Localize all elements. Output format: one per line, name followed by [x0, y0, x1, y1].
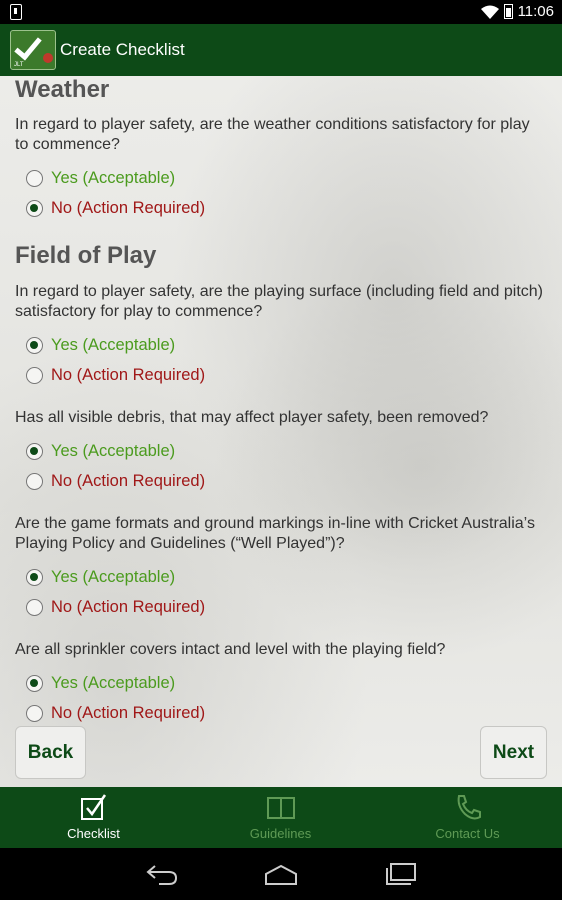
radio-button[interactable] [26, 473, 43, 490]
option-label: No (Action Required) [51, 598, 206, 616]
option-label: Yes (Acceptable) [51, 442, 176, 460]
nav-item-guidelines[interactable]: Guidelines [187, 787, 374, 848]
option-no[interactable]: No (Action Required) [26, 199, 205, 218]
option-no[interactable]: No (Action Required) [26, 704, 205, 723]
radio-button[interactable] [26, 170, 43, 187]
nav-label: Guidelines [249, 826, 312, 841]
section-title-field-of-play: Field of Play [15, 242, 157, 269]
radio-button-checked[interactable] [26, 443, 43, 460]
nav-label: Checklist [67, 826, 120, 841]
option-label: Yes (Acceptable) [51, 336, 176, 354]
option-yes[interactable]: Yes (Acceptable) [26, 336, 175, 355]
option-label: No (Action Required) [51, 366, 206, 384]
option-no[interactable]: No (Action Required) [26, 598, 205, 617]
section-title-weather: Weather [15, 76, 110, 103]
phone-icon [457, 795, 481, 820]
question-text: Are all sprinkler covers intact and leve… [15, 641, 446, 658]
checkmark-icon [14, 31, 42, 61]
status-time: 11:06 [517, 3, 554, 20]
question-text: In regard to player safety, are the play… [15, 283, 543, 320]
next-button[interactable]: Next [480, 726, 547, 779]
checklist-icon [80, 794, 106, 820]
radio-button[interactable] [26, 705, 43, 722]
bottom-nav: Checklist Guidelines Contact Us [0, 787, 562, 848]
notification-icon [10, 4, 22, 20]
option-yes[interactable]: Yes (Acceptable) [26, 442, 175, 461]
back-button[interactable]: Back [15, 726, 86, 779]
radio-button-checked[interactable] [26, 675, 43, 692]
radio-button[interactable] [26, 599, 43, 616]
system-nav-bar [0, 848, 562, 900]
option-label: No (Action Required) [51, 472, 206, 490]
question-text: Are the game formats and ground markings… [15, 515, 535, 552]
question-text: Has all visible debris, that may affect … [15, 409, 489, 426]
radio-button[interactable] [26, 367, 43, 384]
option-yes[interactable]: Yes (Acceptable) [26, 674, 175, 693]
option-no[interactable]: No (Action Required) [26, 366, 205, 385]
logo-text: JLT [14, 62, 24, 68]
radio-button-checked[interactable] [26, 337, 43, 354]
radio-button-checked[interactable] [26, 569, 43, 586]
back-nav-icon[interactable] [145, 862, 179, 886]
action-bar: JLT Create Checklist [0, 24, 562, 76]
wifi-icon [480, 5, 499, 19]
home-nav-icon[interactable] [263, 862, 299, 886]
checklist-content[interactable]: Weather In regard to player safety, are … [0, 76, 562, 787]
battery-icon [503, 4, 513, 19]
cricket-ball-icon [43, 53, 53, 63]
option-no[interactable]: No (Action Required) [26, 472, 205, 491]
option-label: No (Action Required) [51, 199, 206, 217]
status-bar: 11:06 [0, 0, 562, 24]
nav-label: Contact Us [435, 826, 500, 841]
option-yes[interactable]: Yes (Acceptable) [26, 169, 175, 188]
option-label: Yes (Acceptable) [51, 568, 176, 586]
option-label: No (Action Required) [51, 704, 206, 722]
app-logo[interactable]: JLT [10, 30, 56, 70]
nav-item-contact-us[interactable]: Contact Us [374, 787, 561, 848]
question-text: In regard to player safety, are the weat… [15, 116, 530, 153]
page-title: Create Checklist [60, 40, 185, 59]
radio-button-checked[interactable] [26, 200, 43, 217]
nav-item-checklist[interactable]: Checklist [0, 787, 187, 848]
option-yes[interactable]: Yes (Acceptable) [26, 568, 175, 587]
recents-nav-icon[interactable] [384, 862, 418, 886]
option-label: Yes (Acceptable) [51, 169, 176, 187]
option-label: Yes (Acceptable) [51, 674, 176, 692]
book-icon [266, 797, 295, 819]
